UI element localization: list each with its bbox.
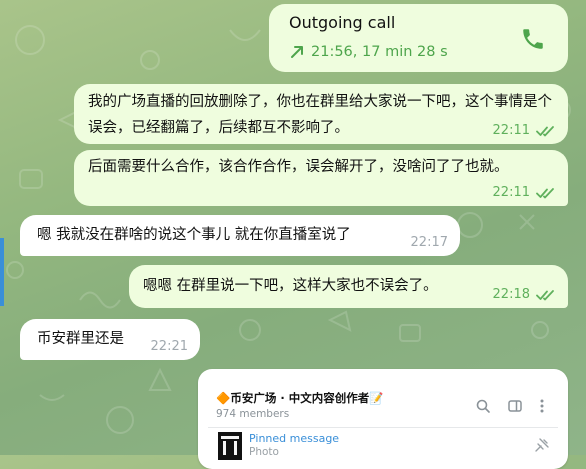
message-time: 22:17 [410,235,448,250]
message-meta: 22:11 [493,185,556,201]
message-bubble-outgoing[interactable]: 后面需要什么合作，该合作合作，误会解开了，没啥问了了也就。 22:11 [74,150,568,206]
group-member-count: 974 members [216,408,290,420]
call-title: Outgoing call [289,13,396,32]
sidebar-icon[interactable] [507,398,523,414]
message-time: 22:21 [150,339,188,354]
double-check-icon [536,188,554,199]
message-time: 22:11 [492,123,530,138]
outgoing-arrow-icon [291,46,303,58]
card-divider [208,427,558,428]
message-text: 嗯 我就没在群啥的说这个事儿 就在你直播室说了 [37,227,351,243]
call-details-row: 21:56, 17 min 28 s [289,42,448,62]
pin-icon[interactable] [534,437,550,453]
message-text: 嗯嗯 在群里说一下吧，这样大家也不误会了。 [143,278,438,294]
message-bubble-outgoing[interactable]: 我的广场直播的回放删除了，你也在群里给大家说一下吧，这个事情是个误会，已经翻篇了… [74,84,568,144]
group-name: 🔶币安广场 · 中文内容创作者📝 [216,391,384,405]
message-text: 币安群里还是 [37,331,124,347]
left-selection-accent [0,238,4,306]
message-meta: 22:17 [411,235,448,251]
message-time: 22:11 [492,185,530,200]
message-meta: 22:21 [151,339,188,355]
message-time: 22:18 [492,287,530,302]
message-text: 后面需要什么合作，该合作合作，误会解开了，没啥问了了也就。 [88,159,509,175]
message-meta: 22:11 [493,123,556,139]
double-check-icon [536,290,554,301]
group-screenshot-card[interactable]: 🔶币安广场 · 中文内容创作者📝 974 members Pinned mess… [198,369,568,469]
outgoing-call-message[interactable]: Outgoing call 21:56, 17 min 28 s [269,4,568,72]
message-bubble-outgoing[interactable]: 嗯嗯 在群里说一下吧，这样大家也不误会了。 22:18 [129,265,568,308]
pinned-message-label[interactable]: Pinned message [249,432,339,445]
pinned-message-type: Photo [249,446,279,458]
pinned-photo-thumbnail [218,432,242,460]
message-bubble-incoming[interactable]: 嗯 我就没在群啥的说这个事儿 就在你直播室说了 22:17 [20,215,460,256]
phone-icon[interactable] [520,26,546,52]
search-icon[interactable] [475,398,491,414]
call-details: 21:56, 17 min 28 s [311,44,448,60]
message-text: 我的广场直播的回放删除了，你也在群里给大家说一下吧，这个事情是个误会，已经翻篇了… [88,94,552,136]
message-meta: 22:18 [493,287,556,303]
message-bubble-incoming[interactable]: 币安群里还是 22:21 [20,319,200,360]
double-check-icon [536,126,554,137]
more-icon[interactable] [534,398,550,414]
